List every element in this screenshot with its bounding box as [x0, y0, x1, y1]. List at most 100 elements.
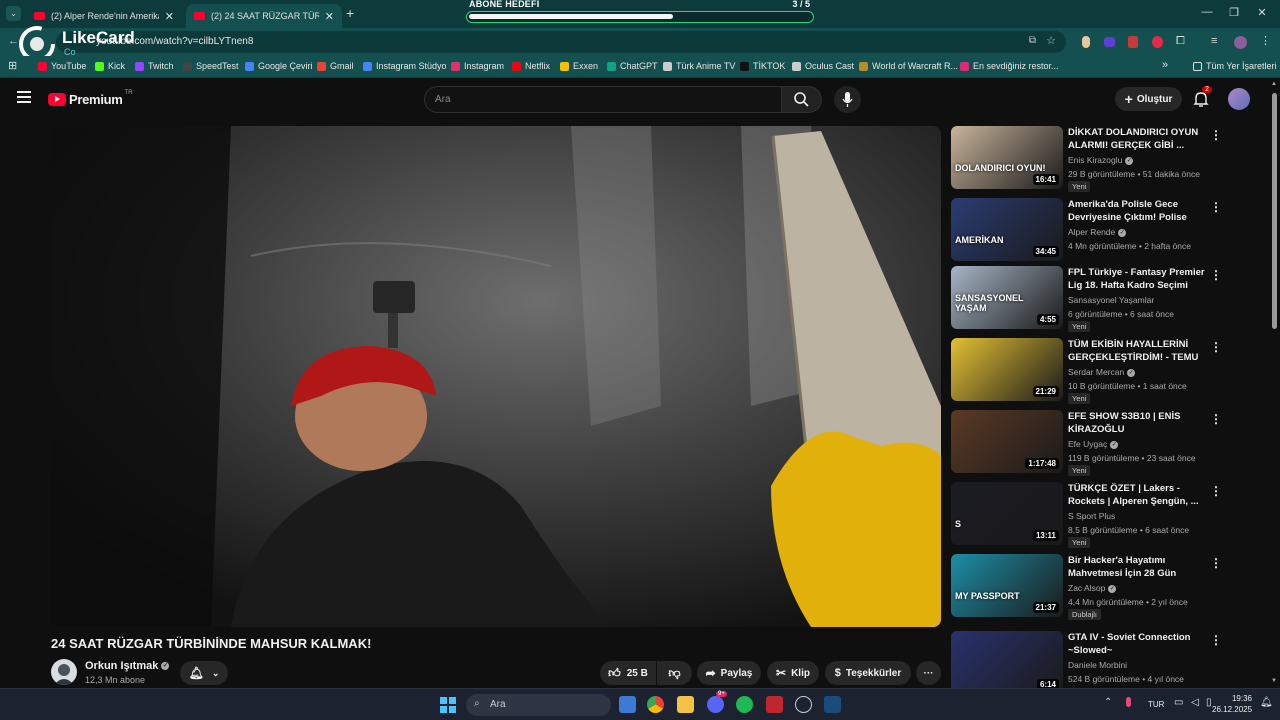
clip-button[interactable]: ✂ Klip [767, 661, 819, 685]
chrome-icon[interactable] [647, 696, 664, 713]
more-options-icon[interactable]: ⋮ [1210, 412, 1222, 426]
more-options-icon[interactable]: ⋮ [1210, 128, 1222, 142]
recommended-title[interactable]: Bir Hacker'a Hayatımı Mahvetmesi İçin 28… [1068, 554, 1206, 581]
share-button[interactable]: ➦ Paylaş [697, 661, 761, 685]
bookmark-item[interactable]: Türk Anime TV [663, 61, 735, 71]
restore-window-icon[interactable]: ❐ [1227, 6, 1241, 19]
bookmarks-overflow-button[interactable]: » [1162, 59, 1168, 71]
video-thumbnail[interactable]: AMERİKAN 34:45 [951, 198, 1063, 261]
recommended-video[interactable]: S 13:11 TÜRKÇE ÖZET | Lakers - Rockets | A… [951, 482, 1263, 548]
tray-overflow-icon[interactable]: ⌃ [1104, 697, 1112, 708]
bookmark-item[interactable]: YouTube [38, 61, 86, 71]
like-button[interactable]: 👍︎ 25 B [600, 661, 656, 685]
recommended-channel[interactable]: Serdar Mercan ✓ [1068, 367, 1136, 377]
spotify-icon[interactable] [736, 696, 753, 713]
search-button[interactable] [782, 86, 822, 113]
video-player[interactable] [51, 126, 941, 627]
close-tab-icon[interactable]: ✕ [325, 10, 334, 23]
close-tab-icon[interactable]: ✕ [165, 10, 174, 23]
recommended-title[interactable]: TÜRKÇE ÖZET | Lakers - Rockets | Alperen… [1068, 482, 1206, 508]
recommended-channel[interactable]: Sansasyonel Yaşamlar [1068, 295, 1154, 305]
steam-icon[interactable] [824, 696, 841, 713]
bookmark-item[interactable]: Instagram Stüdyo [363, 61, 447, 71]
video-thumbnail[interactable]: 21:29 [951, 338, 1063, 401]
recommended-channel[interactable]: Zac Alsop ✓ [1068, 583, 1117, 593]
more-actions-button[interactable]: ··· [916, 661, 941, 685]
tab-ruzgar-turbini[interactable]: (2) 24 SAAT RÜZGAR TÜRBİNİNDE ✕ [186, 4, 342, 28]
video-thumbnail[interactable]: DOLANDIRICI OYUN! 16:41 [951, 126, 1063, 189]
recommended-video[interactable]: AMERİKAN 34:45 Amerika'da Polisle Gece Dev… [951, 198, 1263, 264]
scroll-thumb[interactable] [1272, 93, 1277, 329]
recommended-video[interactable]: SANSASYONEL YAŞAM 4:55 FPL Türkiye - Fanta… [951, 266, 1263, 332]
more-options-icon[interactable]: ⋮ [1210, 200, 1222, 214]
recommended-title[interactable]: GTA IV - Soviet Connection ~Slowed~ [1068, 631, 1206, 657]
microphone-tray-icon[interactable] [1126, 697, 1131, 707]
bookmark-item[interactable]: Exxen [560, 61, 598, 71]
more-options-icon[interactable]: ⋮ [1210, 556, 1222, 570]
video-thumbnail[interactable]: S 13:11 [951, 482, 1063, 545]
video-thumbnail[interactable]: 6:14 [951, 631, 1063, 694]
recommended-video[interactable]: DOLANDIRICI OYUN! 16:41 DİKKAT DOLANDIRICI… [951, 126, 1263, 192]
volume-icon[interactable]: ◁ [1191, 697, 1199, 708]
install-app-icon[interactable]: ⧉ [1029, 35, 1036, 46]
more-options-icon[interactable]: ⋮ [1210, 633, 1222, 647]
recommended-title[interactable]: FPL Türkiye - Fantasy Premier Lig 18. Ha… [1068, 266, 1206, 292]
account-avatar[interactable] [1228, 88, 1250, 110]
clock[interactable]: 19:36 26.12.2025 [1212, 693, 1252, 715]
dislike-button[interactable]: 👎︎ [657, 661, 692, 685]
file-explorer-icon[interactable] [677, 696, 694, 713]
bookmark-star-icon[interactable]: ☆ [1046, 34, 1056, 47]
bookmark-item[interactable]: World of Warcraft R... [859, 61, 958, 71]
thanks-button[interactable]: $ Teşekkürler [825, 661, 911, 685]
minimize-window-icon[interactable]: — [1200, 6, 1214, 18]
bookmark-item[interactable]: Gmail [317, 61, 354, 71]
recommended-video[interactable]: 1:17:48 EFE SHOW S3B10 | ENİS KİRAZOĞLU Ef… [951, 410, 1263, 476]
taskbar-search[interactable]: ⌕ Ara [466, 694, 611, 716]
recommended-title[interactable]: Amerika'da Polisle Gece Devriyesine Çıkt… [1068, 198, 1206, 225]
scroll-up-icon[interactable]: ▲ [1271, 81, 1277, 87]
apps-grid-icon[interactable]: ⊞ [8, 59, 17, 72]
recommended-video[interactable]: MY PASSPORT 21:37 Bir Hacker'a Hayatımı Ma… [951, 554, 1263, 620]
app-icon[interactable] [766, 696, 783, 713]
bookmark-item[interactable]: Instagram [451, 61, 504, 71]
voice-search-button[interactable] [834, 86, 861, 113]
search-box[interactable]: Ara [424, 86, 782, 113]
recommended-video[interactable]: 21:29 TÜM EKİBİN HAYALLERİNİ GERÇEKLEŞTİR… [951, 338, 1263, 404]
extension-icon[interactable] [1128, 36, 1138, 48]
page-scrollbar[interactable]: ▲ ▼ [1270, 79, 1280, 689]
bookmark-item[interactable]: Google Çeviri [245, 61, 313, 71]
recommended-channel[interactable]: Daniele Morbini [1068, 660, 1127, 670]
extension-icon[interactable] [1104, 37, 1115, 47]
hamburger-menu-icon[interactable] [17, 91, 31, 103]
subscription-bell-button[interactable]: 🔔︎ ⌄ [180, 661, 228, 685]
channel-avatar[interactable] [51, 659, 77, 685]
bookmark-item[interactable]: ChatGPT [607, 61, 658, 71]
recommended-channel[interactable]: Enis Kirazoglu ✓ [1068, 155, 1134, 165]
bookmark-item[interactable]: Kick [95, 61, 125, 71]
input-language[interactable]: TUR [1148, 700, 1164, 709]
reading-list-icon[interactable]: ≡ [1211, 35, 1217, 47]
bookmark-item[interactable]: SpeedTest [183, 61, 239, 71]
recommended-channel[interactable]: Efe Uygaç ✓ [1068, 439, 1119, 449]
close-window-icon[interactable]: ✕ [1255, 6, 1269, 19]
battery-icon[interactable]: ▯ [1206, 697, 1212, 708]
video-thumbnail[interactable]: MY PASSPORT 21:37 [951, 554, 1063, 617]
recommended-title[interactable]: EFE SHOW S3B10 | ENİS KİRAZOĞLU [1068, 410, 1206, 436]
recommended-channel[interactable]: Alper Rende ✓ [1068, 227, 1127, 237]
recommended-channel[interactable]: S Sport Plus [1068, 511, 1115, 521]
extension-icon[interactable] [1152, 36, 1163, 48]
bookmark-item[interactable]: Oculus Cast [792, 61, 854, 71]
recommended-title[interactable]: TÜM EKİBİN HAYALLERİNİ GERÇEKLEŞTİRDİM! … [1068, 338, 1206, 365]
app-icon[interactable] [795, 696, 812, 713]
bookmark-item[interactable]: Netflix [512, 61, 550, 71]
youtube-premium-logo[interactable]: Premium TR [48, 90, 133, 107]
widgets-icon[interactable] [619, 696, 636, 713]
video-thumbnail[interactable]: SANSASYONEL YAŞAM 4:55 [951, 266, 1063, 329]
bookmark-item[interactable]: TİKTOK [740, 61, 785, 71]
all-bookmarks-folder[interactable]: Tüm Yer İşaretleri [1193, 61, 1277, 71]
more-options-icon[interactable]: ⋮ [1210, 268, 1222, 282]
scroll-down-icon[interactable]: ▼ [1271, 678, 1277, 684]
new-tab-button[interactable]: + [346, 5, 354, 21]
start-button[interactable] [440, 697, 456, 713]
address-bar[interactable]: youtube.com/watch?v=cilbLYTnen8 ⧉ ☆ [56, 31, 1066, 53]
